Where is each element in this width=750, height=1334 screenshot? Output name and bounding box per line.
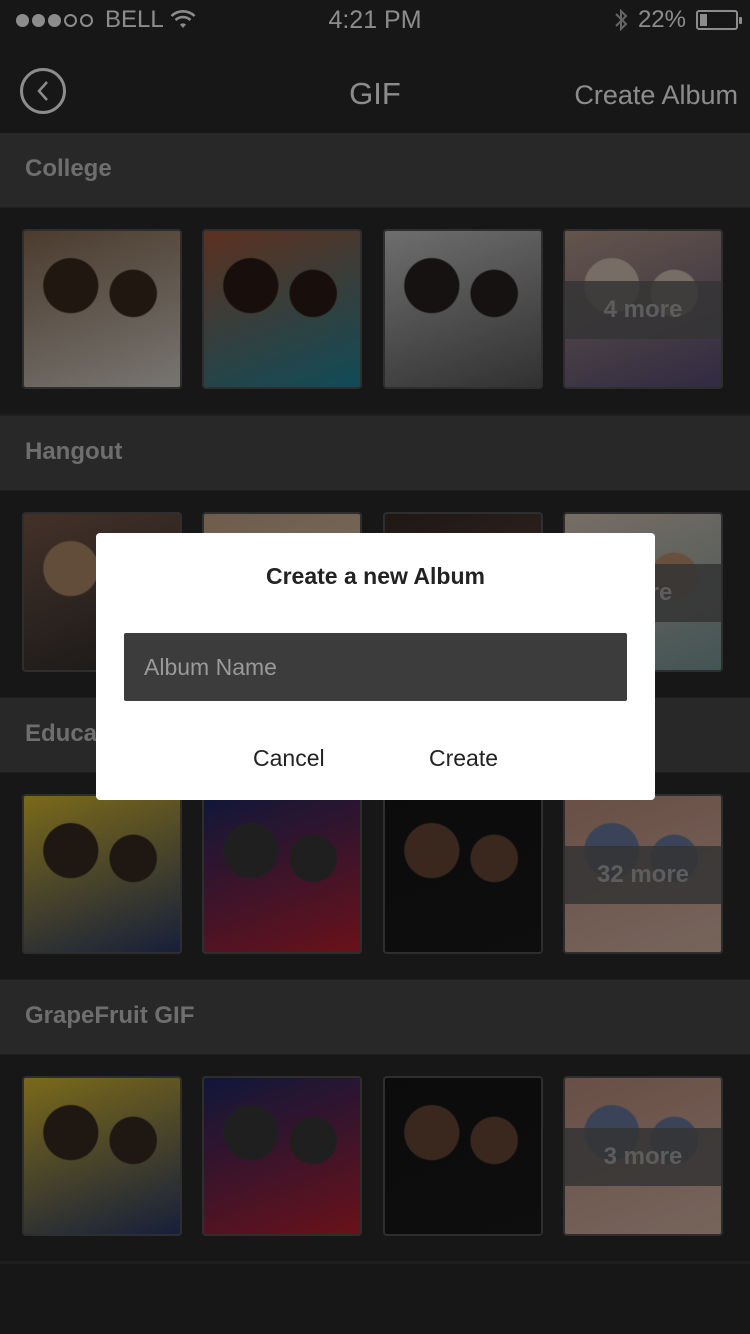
album-photo-thumbnail[interactable] <box>383 229 543 389</box>
navigation-bar: GIF Create Album <box>0 40 750 134</box>
cancel-button[interactable]: Cancel <box>253 745 325 772</box>
album-photo-thumbnail[interactable]: 32 more <box>563 794 723 954</box>
create-album-dialog: Create a new Album Cancel Create <box>96 533 655 800</box>
album-photo-thumbnail[interactable] <box>383 794 543 954</box>
more-count-overlay: 3 more <box>565 1128 721 1186</box>
album-photo-thumbnail[interactable] <box>383 1076 543 1236</box>
album-photo-thumbnail[interactable]: 4 more <box>563 229 723 389</box>
battery-percent: 22% <box>637 6 686 33</box>
album-thumbnail-row: 4 more <box>0 208 750 417</box>
album-section-header[interactable]: GrapeFruit GIF <box>0 980 750 1055</box>
create-album-button[interactable]: Create Album <box>574 80 738 111</box>
album-photo-thumbnail[interactable] <box>22 229 182 389</box>
album-name: College <box>25 155 112 182</box>
battery-icon <box>696 10 742 30</box>
more-count-overlay: 4 more <box>565 281 721 339</box>
album-photo-thumbnail[interactable] <box>202 1076 362 1236</box>
bluetooth-icon <box>615 8 628 32</box>
create-button[interactable]: Create <box>429 745 498 772</box>
album-photo-thumbnail[interactable] <box>202 794 362 954</box>
album-name: GrapeFruit GIF <box>25 1002 195 1029</box>
album-photo-thumbnail[interactable] <box>22 794 182 954</box>
album-thumbnail-row: 32 more <box>0 773 750 982</box>
status-right: 22% <box>614 6 742 34</box>
album-name-input[interactable] <box>124 633 627 701</box>
more-count-overlay: 32 more <box>565 846 721 904</box>
album-name: Hangout <box>25 438 123 465</box>
album-photo-thumbnail[interactable] <box>202 229 362 389</box>
album-thumbnail-row: 3 more <box>0 1055 750 1264</box>
album-section-header[interactable]: College <box>0 133 750 208</box>
dialog-title: Create a new Album <box>266 563 485 589</box>
album-photo-thumbnail[interactable]: 3 more <box>563 1076 723 1236</box>
battery-fill <box>700 14 707 26</box>
status-bar: BELL 4:21 PM 22% <box>0 0 750 40</box>
album-section-header[interactable]: Hangout <box>0 416 750 491</box>
album-photo-thumbnail[interactable] <box>22 1076 182 1236</box>
